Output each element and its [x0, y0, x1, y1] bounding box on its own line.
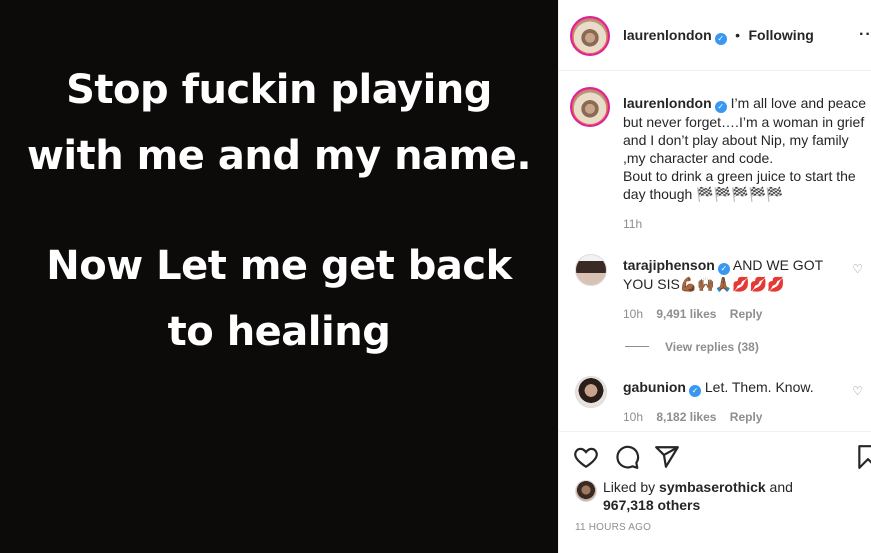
- comment-icon[interactable]: [614, 444, 640, 470]
- media-text-line: Stop fuckin playing: [66, 67, 492, 113]
- comment-likes[interactable]: 9,491 likes: [656, 307, 716, 321]
- liked-by-user[interactable]: symbaserothick: [659, 479, 766, 495]
- more-options-icon[interactable]: ··: [859, 26, 871, 44]
- likes-count[interactable]: 967,318 others: [603, 497, 700, 513]
- liked-by-avatar[interactable]: [575, 480, 597, 502]
- comment: gabunion ✓ Let. Them. Know. 10h 8,182 lik…: [623, 378, 843, 424]
- like-comment-heart-icon[interactable]: ♡: [852, 262, 863, 276]
- caption: laurenlondon ✓ I’m all love and peace but…: [623, 94, 868, 231]
- post-media[interactable]: Stop fuckin playing with me and my name.…: [0, 0, 558, 553]
- heart-icon[interactable]: [573, 444, 599, 470]
- comment-avatar[interactable]: [575, 376, 607, 408]
- share-icon[interactable]: [654, 444, 680, 470]
- caption-text-line2: Bout to drink a green juice to start the…: [623, 168, 856, 202]
- comment-time[interactable]: 10h: [623, 410, 643, 424]
- avatar[interactable]: [570, 16, 610, 56]
- reply-button[interactable]: Reply: [730, 307, 763, 321]
- like-comment-heart-icon[interactable]: ♡: [852, 384, 863, 398]
- media-text-line: with me and my name.: [26, 133, 532, 179]
- media-text-line: to healing: [167, 309, 391, 355]
- caption-username[interactable]: laurenlondon: [623, 95, 712, 111]
- verified-badge-icon: ✓: [714, 101, 727, 113]
- comment-avatar[interactable]: [575, 254, 607, 286]
- comment: tarajiphenson ✓ AND WE GOT YOU SIS💪🏾🙌🏾🙏🏾💋…: [623, 256, 843, 321]
- comment-likes[interactable]: 8,182 likes: [656, 410, 716, 424]
- view-replies-label: View replies (38): [665, 340, 759, 354]
- header-username[interactable]: laurenlondon: [623, 27, 712, 43]
- bookmark-icon[interactable]: [855, 444, 871, 470]
- verified-badge-icon: ✓: [714, 33, 727, 45]
- media-text-line: Now Let me get back: [46, 243, 512, 289]
- separator-dot: •: [735, 27, 741, 43]
- following-button[interactable]: Following: [748, 27, 813, 43]
- comment-time[interactable]: 10h: [623, 307, 643, 321]
- post-actions: Liked by symbaserothick and 967,318 othe…: [559, 431, 871, 553]
- liked-by-and: and: [769, 479, 793, 495]
- verified-badge-icon: ✓: [689, 385, 701, 397]
- caption-avatar[interactable]: [570, 87, 610, 127]
- replies-divider: [625, 346, 649, 348]
- comment-text: Let. Them. Know.: [704, 379, 814, 395]
- reply-button[interactable]: Reply: [730, 410, 763, 424]
- view-replies[interactable]: View replies (38): [625, 338, 759, 356]
- liked-by: Liked by symbaserothick and 967,318 othe…: [603, 478, 863, 514]
- verified-badge-icon: ✓: [717, 263, 730, 275]
- comment-username[interactable]: tarajiphenson: [623, 257, 715, 273]
- post-side-panel: laurenlondon ✓ • Following ·· laurenlondo…: [558, 0, 871, 553]
- post-header: laurenlondon ✓ • Following ··: [559, 0, 871, 71]
- liked-by-prefix: Liked by: [603, 479, 656, 495]
- caption-time[interactable]: 11h: [623, 217, 868, 231]
- post-timestamp[interactable]: 11 HOURS AGO: [575, 522, 651, 533]
- comment-username[interactable]: gabunion: [623, 379, 686, 395]
